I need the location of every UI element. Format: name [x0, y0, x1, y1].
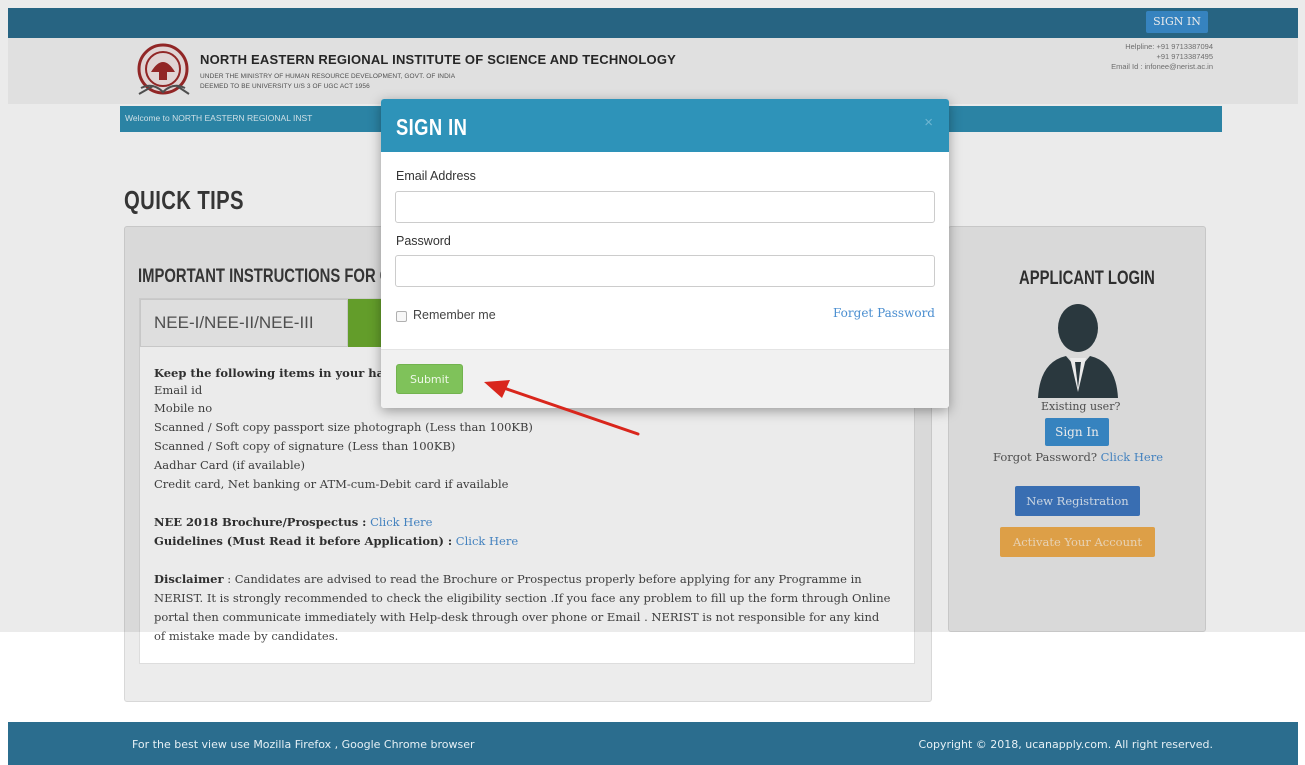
annotation-arrow-icon: [484, 380, 640, 436]
submit-button[interactable]: Submit: [396, 364, 463, 394]
password-field[interactable]: [395, 255, 935, 287]
remember-me-checkbox[interactable]: [396, 311, 407, 322]
email-field[interactable]: [395, 191, 935, 223]
modal-footer: [381, 349, 949, 408]
remember-me-label[interactable]: Remember me: [413, 308, 496, 322]
footer-browser-note: For the best view use Mozilla Firefox , …: [132, 738, 475, 751]
forget-password-link[interactable]: Forget Password: [833, 306, 935, 320]
page: SIGN IN NORTH EASTERN REGIONAL INSTITUTE…: [0, 0, 1305, 765]
signin-modal: SIGN IN × Email Address Password Remembe…: [381, 99, 949, 408]
close-icon[interactable]: ×: [924, 114, 933, 131]
modal-title: SIGN IN: [396, 114, 468, 140]
password-label: Password: [396, 234, 451, 248]
footer-copyright: Copyright © 2018, ucanapply.com. All rig…: [918, 738, 1213, 751]
email-label: Email Address: [396, 169, 476, 183]
